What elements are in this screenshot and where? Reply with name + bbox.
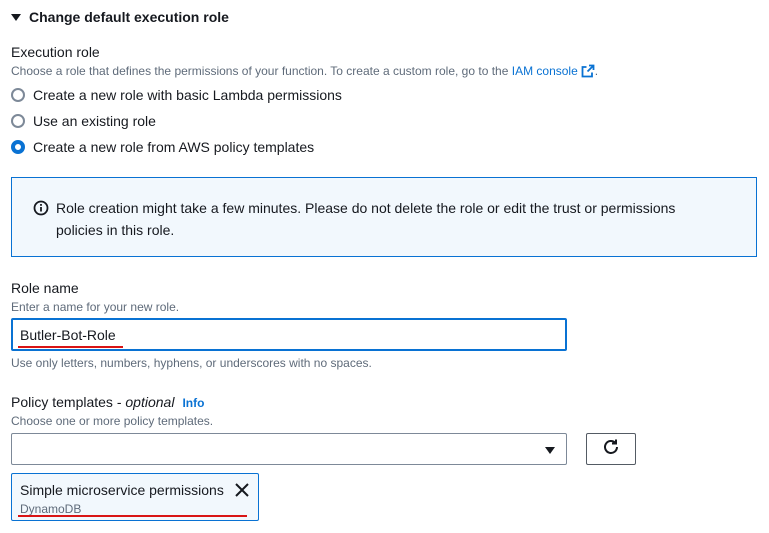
execution-role-description-text: Choose a role that defines the permissio… bbox=[11, 64, 512, 78]
close-icon[interactable] bbox=[234, 482, 250, 503]
caret-down-icon bbox=[545, 447, 555, 454]
caret-down-icon bbox=[11, 13, 21, 21]
policy-template-token: Simple microservice permissions DynamoDB bbox=[11, 473, 259, 521]
info-link[interactable]: Info bbox=[182, 396, 204, 410]
external-link-icon[interactable] bbox=[581, 64, 595, 81]
role-name-constraint: Use only letters, numbers, hyphens, or u… bbox=[11, 356, 372, 370]
radio-button-checked[interactable] bbox=[11, 140, 25, 154]
info-circle-icon bbox=[33, 200, 49, 221]
execution-role-description: Choose a role that defines the permissio… bbox=[11, 64, 598, 81]
token-title: Simple microservice permissions bbox=[20, 482, 224, 498]
execution-role-description-suffix: . bbox=[594, 64, 599, 78]
radio-option-existing-role[interactable]: Use an existing role bbox=[11, 113, 156, 129]
info-alert: Role creation might take a few minutes. … bbox=[11, 177, 757, 257]
iam-console-link[interactable]: IAM console bbox=[512, 64, 578, 78]
policy-templates-label-text: Policy templates bbox=[11, 394, 113, 410]
refresh-icon bbox=[602, 438, 620, 461]
policy-templates-select[interactable] bbox=[11, 433, 567, 465]
policy-templates-description: Choose one or more policy templates. bbox=[11, 414, 214, 428]
radio-button-unchecked[interactable] bbox=[11, 88, 25, 102]
role-name-label: Role name bbox=[11, 280, 79, 296]
radio-option-policy-templates-role[interactable]: Create a new role from AWS policy templa… bbox=[11, 139, 314, 155]
annotation-underline bbox=[18, 515, 247, 517]
expandable-section-header[interactable]: Change default execution role bbox=[11, 9, 229, 25]
optional-label: optional bbox=[125, 394, 175, 410]
radio-option-label: Create a new role from AWS policy templa… bbox=[33, 139, 315, 155]
radio-option-label: Use an existing role bbox=[33, 113, 156, 129]
policy-templates-label: Policy templates - optional Info bbox=[11, 394, 205, 410]
role-name-description: Enter a name for your new role. bbox=[11, 300, 180, 314]
annotation-underline bbox=[18, 346, 123, 348]
radio-button-unchecked[interactable] bbox=[11, 114, 25, 128]
section-title: Change default execution role bbox=[29, 9, 229, 25]
radio-option-label: Create a new role with basic Lambda perm… bbox=[33, 87, 342, 103]
execution-role-label: Execution role bbox=[11, 44, 100, 60]
refresh-button[interactable] bbox=[586, 433, 636, 465]
token-subtitle: DynamoDB bbox=[20, 502, 82, 516]
radio-option-basic-lambda-role[interactable]: Create a new role with basic Lambda perm… bbox=[11, 87, 342, 103]
info-alert-text: Role creation might take a few minutes. … bbox=[56, 200, 676, 238]
role-name-input-value: Butler-Bot-Role bbox=[20, 326, 116, 343]
